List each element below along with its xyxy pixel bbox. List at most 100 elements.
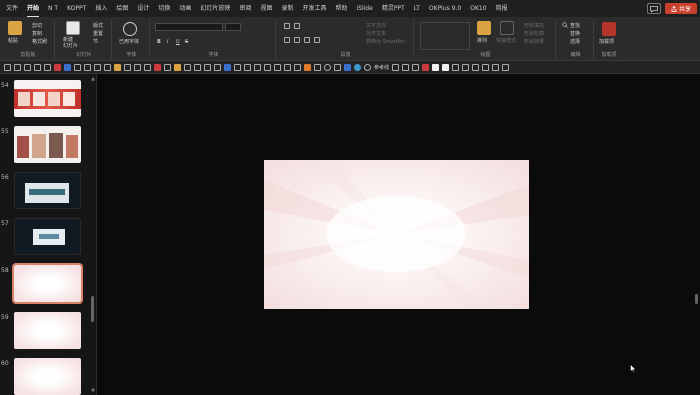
canvas-scrollbar[interactable] xyxy=(694,74,700,395)
replace-button[interactable]: 替换 xyxy=(570,30,580,37)
qat-grid2-icon[interactable] xyxy=(334,63,341,71)
qat-color-icon[interactable] xyxy=(64,63,71,71)
qat-grid-icon[interactable] xyxy=(164,63,171,71)
menu-brief[interactable]: 简报 xyxy=(496,0,508,17)
menu-slideshow[interactable]: 幻灯片放映 xyxy=(200,0,230,17)
slide-thumbnail[interactable] xyxy=(14,172,81,209)
qat-shape-icon[interactable] xyxy=(54,63,61,71)
qat-layers-icon[interactable] xyxy=(204,63,211,71)
qat-circle-icon[interactable] xyxy=(324,63,331,71)
align-right-icon[interactable] xyxy=(304,37,310,43)
slide-thumbnail[interactable] xyxy=(14,312,81,349)
qat-screen3-icon[interactable] xyxy=(492,63,500,71)
menu-view[interactable]: 视图 xyxy=(260,0,272,17)
qat-orange-icon[interactable] xyxy=(304,63,311,71)
canvas-scrollbar-thumb[interactable] xyxy=(695,294,698,304)
shape-fill-button[interactable]: 形状填充 xyxy=(524,22,544,29)
new-slide-icon[interactable] xyxy=(66,21,80,35)
layout-button[interactable]: 版式 xyxy=(93,22,103,29)
thumbnail-row[interactable]: 57 xyxy=(0,218,90,258)
align-center-icon[interactable] xyxy=(294,37,300,43)
arrange-icon[interactable] xyxy=(477,21,491,35)
qat-size-icon[interactable] xyxy=(234,63,241,71)
shape-effects-button[interactable]: 形状效果 xyxy=(524,38,544,45)
qat-screen2-icon[interactable] xyxy=(482,63,490,71)
font-name-box[interactable] xyxy=(155,23,223,31)
menu-animations[interactable]: 动画 xyxy=(179,0,191,17)
menu-islide[interactable]: iSlide xyxy=(357,0,373,17)
qat-star-icon[interactable] xyxy=(402,63,410,71)
slide-thumbnail[interactable] xyxy=(14,126,81,163)
scroll-up-arrow[interactable]: ▲ xyxy=(90,76,96,82)
slide-thumbnail[interactable] xyxy=(14,80,81,117)
qat-frame3-icon[interactable] xyxy=(462,63,470,71)
format-painter-button[interactable]: 格式刷 xyxy=(32,38,47,45)
shapes-gallery[interactable] xyxy=(420,22,470,50)
qat-undo-icon[interactable] xyxy=(4,63,11,71)
menu-koppt[interactable]: KOPPT xyxy=(67,0,86,17)
qat-save-icon[interactable] xyxy=(24,63,31,71)
select-button[interactable]: 选择 xyxy=(570,38,580,45)
qat-fill-icon[interactable] xyxy=(412,63,420,71)
reference-line-button[interactable]: 参考线 xyxy=(374,64,389,71)
qat-distribute-icon[interactable] xyxy=(84,63,91,71)
qat-white-icon[interactable] xyxy=(432,63,440,71)
qat-globe2-icon[interactable] xyxy=(364,63,371,71)
menu-insert[interactable]: 插入 xyxy=(95,0,107,17)
qat-table2-icon[interactable] xyxy=(264,63,271,71)
justify-icon[interactable] xyxy=(314,37,320,43)
qat-flip-icon[interactable] xyxy=(134,63,141,71)
qat-brush-icon[interactable] xyxy=(174,63,181,71)
section-button[interactable]: 节 xyxy=(93,38,98,45)
menu-jingling[interactable]: 精灵PPT xyxy=(382,0,405,17)
paste-button[interactable]: 粘贴 xyxy=(8,37,18,44)
menu-home[interactable]: 开始 xyxy=(27,1,40,17)
qat-pen-icon[interactable] xyxy=(254,63,261,71)
qat-group-icon[interactable] xyxy=(94,63,101,71)
qat-merge-icon[interactable] xyxy=(214,63,221,71)
qat-play-icon[interactable] xyxy=(422,63,430,71)
menu-transitions[interactable]: 切换 xyxy=(158,0,170,17)
thumbnail-scrollbar[interactable] xyxy=(91,296,94,322)
qat-image-icon[interactable] xyxy=(284,63,291,71)
addin-button[interactable]: 加载项 xyxy=(599,38,614,45)
current-slide[interactable] xyxy=(264,160,529,309)
qat-blue2-icon[interactable] xyxy=(344,63,351,71)
align-left-icon[interactable] xyxy=(284,37,290,43)
qat-tag-icon[interactable] xyxy=(274,63,281,71)
qat-screen4-icon[interactable] xyxy=(502,63,510,71)
paste-icon[interactable] xyxy=(8,21,22,35)
qat-frame2-icon[interactable] xyxy=(452,63,460,71)
qat-frame-icon[interactable] xyxy=(294,63,301,71)
thumbnail-row[interactable]: 55 xyxy=(0,126,90,166)
qat-crop-icon[interactable] xyxy=(104,63,111,71)
arrange-button[interactable]: 排列 xyxy=(477,37,487,44)
cut-button[interactable]: 剪切 xyxy=(32,22,42,29)
qat-table-icon[interactable] xyxy=(34,63,41,71)
qat-red-box-icon[interactable] xyxy=(154,63,161,71)
font-size-box[interactable] xyxy=(225,23,241,31)
reset-button[interactable]: 重置 xyxy=(93,30,103,37)
menu-okplus[interactable]: OKPlus 9.0 xyxy=(429,0,461,17)
underline-button[interactable]: U xyxy=(176,39,180,45)
qat-align-icon[interactable] xyxy=(74,63,81,71)
menu-design[interactable]: 设计 xyxy=(137,0,149,17)
thumbnail-row[interactable]: 59 xyxy=(0,312,90,352)
menu-nt[interactable]: N T xyxy=(48,0,58,17)
qat-spacing-icon[interactable] xyxy=(244,63,251,71)
copy-button[interactable]: 复制 xyxy=(32,30,42,37)
share-button[interactable]: 共享 xyxy=(664,3,697,14)
numbering-icon[interactable] xyxy=(294,23,300,29)
qat-ruler-icon[interactable] xyxy=(392,63,400,71)
used-fonts-icon[interactable] xyxy=(123,22,137,36)
thumbnail-row[interactable]: 60 xyxy=(0,358,90,395)
strikethrough-button[interactable]: S xyxy=(185,39,188,45)
menu-lt[interactable]: LT xyxy=(414,0,420,17)
shape-outline-button[interactable]: 形状轮廓 xyxy=(524,30,544,37)
menu-record[interactable]: 录制 xyxy=(281,0,293,17)
qat-globe-icon[interactable] xyxy=(354,63,361,71)
qat-format-icon[interactable] xyxy=(44,63,51,71)
qat-text-icon[interactable] xyxy=(184,63,191,71)
qat-blue-icon[interactable] xyxy=(224,63,231,71)
addin-icon[interactable] xyxy=(602,22,616,36)
